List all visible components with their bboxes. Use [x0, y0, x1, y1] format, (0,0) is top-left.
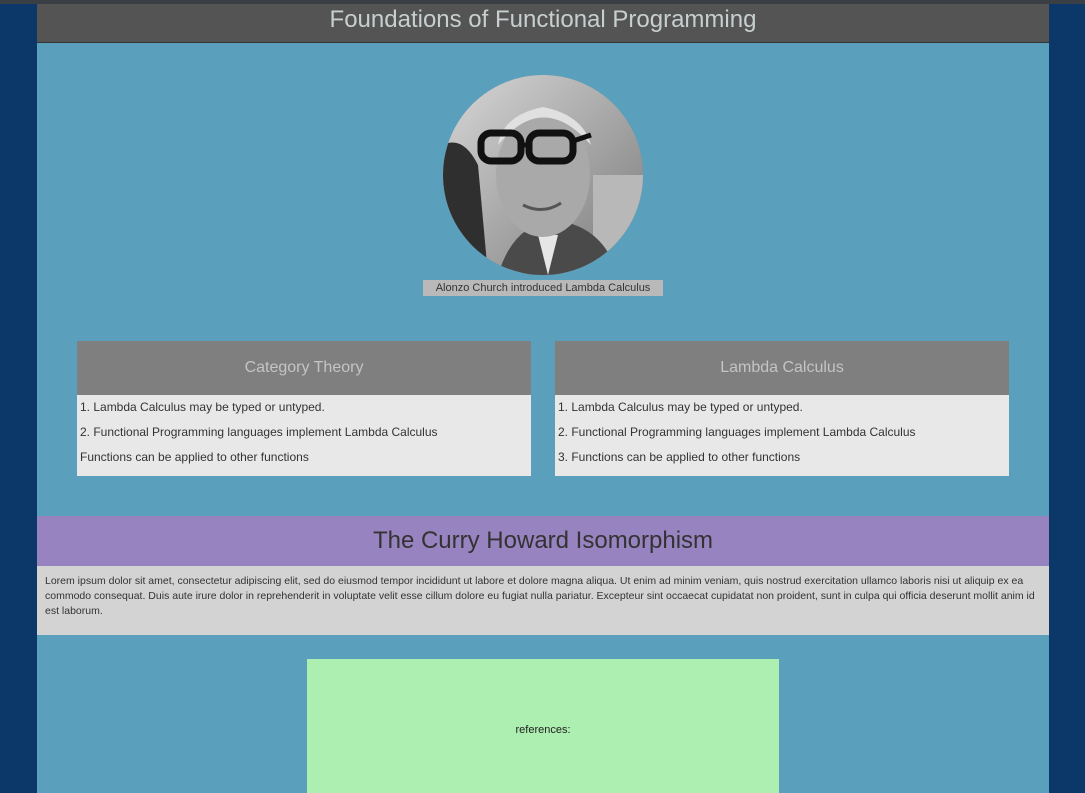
card-item: 3. Functions can be applied to other fun…	[558, 450, 801, 464]
page-title: Foundations of Functional Programming	[329, 6, 757, 33]
curry-section-header: The Curry Howard Isomorphism	[37, 516, 1049, 566]
card-item: 2. Functional Programming languages impl…	[80, 425, 438, 439]
card-body: 1. Lambda Calculus may be typed or untyp…	[555, 395, 1009, 476]
curry-section-body: Lorem ipsum dolor sit amet, consectetur …	[37, 566, 1049, 635]
card-body: 1. Lambda Calculus may be typed or untyp…	[77, 395, 531, 476]
portrait-photo-icon	[443, 75, 643, 275]
card-title: Lambda Calculus	[555, 341, 1009, 395]
card-item: 1. Lambda Calculus may be typed or untyp…	[80, 400, 325, 414]
curry-section-title: The Curry Howard Isomorphism	[372, 527, 714, 554]
card-item: Functions can be applied to other functi…	[80, 450, 309, 464]
page-container: Foundations of Functional Programming Al	[37, 4, 1049, 793]
page-header: Foundations of Functional Programming	[37, 4, 1049, 43]
references-label: references:	[515, 724, 571, 736]
card-item: 1. Lambda Calculus may be typed or untyp…	[558, 400, 803, 414]
card-lambda-calculus: Lambda Calculus 1. Lambda Calculus may b…	[555, 341, 1009, 476]
card-category-theory: Category Theory 1. Lambda Calculus may b…	[77, 341, 531, 476]
portrait-caption: Alonzo Church introduced Lambda Calculus	[423, 280, 663, 296]
curry-paragraph: Lorem ipsum dolor sit amet, consectetur …	[45, 575, 1035, 617]
card-item: 2. Functional Programming languages impl…	[558, 425, 916, 439]
references-box: references:	[307, 659, 779, 793]
card-title: Category Theory	[77, 341, 531, 395]
portrait-image	[443, 75, 643, 275]
